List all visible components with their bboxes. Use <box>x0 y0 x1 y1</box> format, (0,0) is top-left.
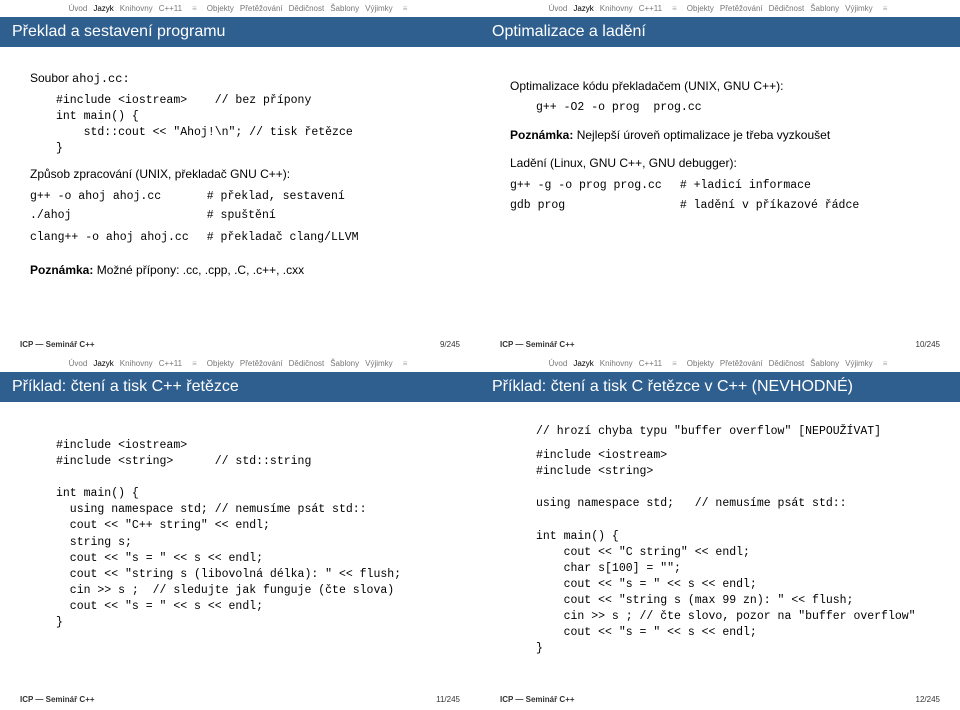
page-number: 10/245 <box>916 340 940 349</box>
nav-item[interactable]: Úvod <box>549 359 568 368</box>
code-block: #include <iostream> #include <string> //… <box>56 438 450 631</box>
slide-body: Soubor ahoj.cc: #include <iostream> // b… <box>20 57 460 280</box>
cmd: g++ -o ahoj ahoj.cc <box>30 188 189 206</box>
nav-item-active[interactable]: Jazyk <box>573 359 593 368</box>
nav-item[interactable]: Přetěžování <box>720 359 763 368</box>
file-label: Soubor <box>30 71 69 85</box>
code-block: #include <iostream> // bez přípony int m… <box>56 93 450 157</box>
nav-item[interactable]: Dědičnost <box>769 4 805 13</box>
nav-item[interactable]: Šablony <box>810 359 839 368</box>
nav-item[interactable]: Výjimky <box>845 359 873 368</box>
slide-footer: ICP — Seminář C++ 12/245 <box>500 695 940 704</box>
note-label: Poznámka: <box>510 128 573 142</box>
nav-item[interactable]: Objekty <box>207 359 234 368</box>
nav-item[interactable]: Výjimky <box>845 4 873 13</box>
command-grid: g++ -g -o prog prog.cc # +ladicí informac… <box>510 177 930 215</box>
nav-separator: ≡ <box>672 359 677 368</box>
opt-cmd: g++ -O2 -o prog prog.cc <box>536 100 930 116</box>
nav-item[interactable]: C++11 <box>639 359 662 368</box>
nav-item[interactable]: C++11 <box>159 4 182 13</box>
nav-item[interactable]: Knihovny <box>600 4 633 13</box>
file-name: ahoj.cc: <box>72 72 130 86</box>
nav-item[interactable]: Přetěžování <box>240 359 283 368</box>
nav-item[interactable]: Šablony <box>810 4 839 13</box>
cmd-comment: # překladač clang/LLVM <box>207 229 450 247</box>
footer-left: ICP — Seminář C++ <box>500 695 575 704</box>
cmd-comment: # překlad, sestavení <box>207 188 450 206</box>
footer-left: ICP — Seminář C++ <box>500 340 575 349</box>
nav-item[interactable]: Knihovny <box>120 4 153 13</box>
nav-item[interactable]: Výjimky <box>365 4 393 13</box>
method-label: Způsob zpracování (UNIX, překladač GNU C… <box>30 165 450 184</box>
warn-comment: // hrozí chyba typu "buffer overflow" [N… <box>536 424 930 440</box>
slide-footer: ICP — Seminář C++ 9/245 <box>20 340 460 349</box>
nav-separator: ≡ <box>192 4 197 13</box>
cmd: gdb prog <box>510 197 662 215</box>
nav-separator: ≡ <box>672 4 677 13</box>
nav-bar: Úvod Jazyk Knihovny C++11 ≡ Objekty Přet… <box>20 0 460 15</box>
slide-title: Optimalizace a ladění <box>480 17 960 47</box>
slide-title: Překlad a sestavení programu <box>0 17 480 47</box>
nav-separator: ≡ <box>883 4 888 13</box>
nav-item[interactable]: Dědičnost <box>289 359 325 368</box>
slide-title: Příklad: čtení a tisk C++ řetězce <box>0 372 480 402</box>
page-number: 12/245 <box>916 695 940 704</box>
slide-footer: ICP — Seminář C++ 10/245 <box>500 340 940 349</box>
page-number: 9/245 <box>440 340 460 349</box>
nav-separator: ≡ <box>883 359 888 368</box>
opt-label: Optimalizace kódu překladačem (UNIX, GNU… <box>510 77 930 96</box>
slide-2: Úvod Jazyk Knihovny C++11 ≡ Objekty Přet… <box>480 0 960 355</box>
cmd: ./ahoj <box>30 207 189 225</box>
nav-item[interactable]: Dědičnost <box>769 359 805 368</box>
nav-item[interactable]: Přetěžování <box>720 4 763 13</box>
cmd-comment: # spuštění <box>207 207 450 225</box>
nav-item-active[interactable]: Jazyk <box>93 4 113 13</box>
slide-body: // hrozí chyba typu "buffer overflow" [N… <box>500 412 940 657</box>
slide-body: #include <iostream> #include <string> //… <box>20 412 460 631</box>
page-grid: Úvod Jazyk Knihovny C++11 ≡ Objekty Přet… <box>0 0 960 710</box>
note-text: Možné přípony: .cc, .cpp, .C, .c++, .cxx <box>97 263 304 277</box>
nav-item[interactable]: Knihovny <box>600 359 633 368</box>
note-label: Poznámka: <box>30 263 93 277</box>
nav-item[interactable]: Úvod <box>69 4 88 13</box>
slide-1: Úvod Jazyk Knihovny C++11 ≡ Objekty Přet… <box>0 0 480 355</box>
nav-separator: ≡ <box>403 4 408 13</box>
debug-label: Ladění (Linux, GNU C++, GNU debugger): <box>510 154 930 173</box>
slide-4: Úvod Jazyk Knihovny C++11 ≡ Objekty Přet… <box>480 355 960 710</box>
nav-item[interactable]: Úvod <box>69 359 88 368</box>
footer-left: ICP — Seminář C++ <box>20 695 95 704</box>
nav-item[interactable]: Dědičnost <box>289 4 325 13</box>
nav-separator: ≡ <box>403 359 408 368</box>
page-number: 11/245 <box>436 695 460 704</box>
slide-title: Příklad: čtení a tisk C řetězce v C++ (N… <box>480 372 960 402</box>
nav-bar: Úvod Jazyk Knihovny C++11 ≡ Objekty Přet… <box>500 0 940 15</box>
cmd: g++ -g -o prog prog.cc <box>510 177 662 195</box>
slide-footer: ICP — Seminář C++ 11/245 <box>20 695 460 704</box>
note-text: Nejlepší úroveň optimalizace je třeba vy… <box>577 128 830 142</box>
nav-separator: ≡ <box>192 359 197 368</box>
code-block: #include <iostream> #include <string> us… <box>536 448 930 657</box>
nav-item[interactable]: Úvod <box>549 4 568 13</box>
nav-item-active[interactable]: Jazyk <box>93 359 113 368</box>
slide-3: Úvod Jazyk Knihovny C++11 ≡ Objekty Přet… <box>0 355 480 710</box>
nav-item-active[interactable]: Jazyk <box>573 4 593 13</box>
cmd: clang++ -o ahoj ahoj.cc <box>30 229 189 247</box>
command-grid: g++ -o ahoj ahoj.cc# překlad, sestavení … <box>30 188 450 247</box>
nav-item[interactable]: Knihovny <box>120 359 153 368</box>
cmd-comment: # +ladicí informace <box>680 177 930 195</box>
nav-item[interactable]: Objekty <box>687 359 714 368</box>
nav-item[interactable]: C++11 <box>159 359 182 368</box>
nav-item[interactable]: Přetěžování <box>240 4 283 13</box>
nav-bar: Úvod Jazyk Knihovny C++11 ≡ Objekty Přet… <box>20 355 460 370</box>
footer-left: ICP — Seminář C++ <box>20 340 95 349</box>
nav-item[interactable]: Šablony <box>330 359 359 368</box>
nav-item[interactable]: C++11 <box>639 4 662 13</box>
nav-item[interactable]: Výjimky <box>365 359 393 368</box>
slide-body: Optimalizace kódu překladačem (UNIX, GNU… <box>500 57 940 215</box>
cmd-comment: # ladění v příkazové řádce <box>680 197 930 215</box>
nav-bar: Úvod Jazyk Knihovny C++11 ≡ Objekty Přet… <box>500 355 940 370</box>
nav-item[interactable]: Objekty <box>207 4 234 13</box>
nav-item[interactable]: Šablony <box>330 4 359 13</box>
nav-item[interactable]: Objekty <box>687 4 714 13</box>
